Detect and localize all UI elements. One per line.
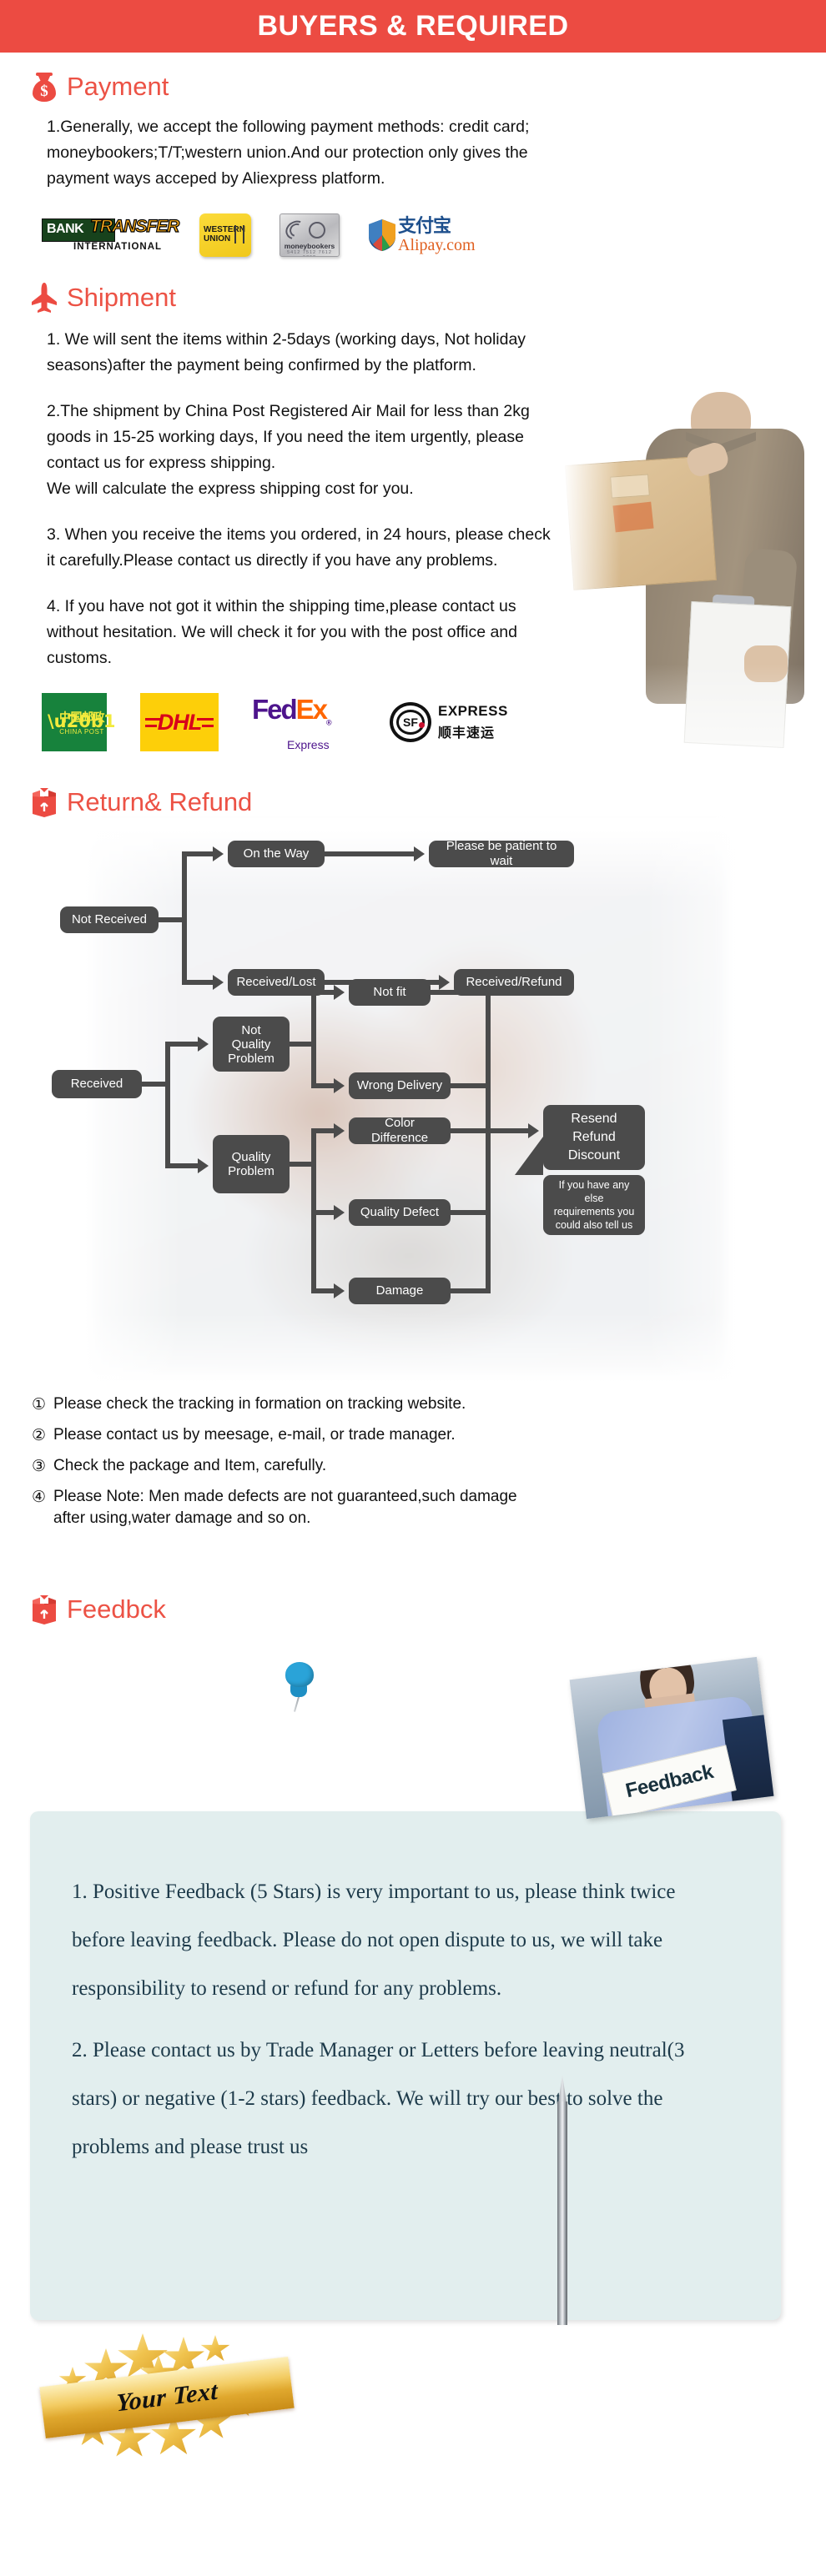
fedex-registered-mark: ® (326, 718, 331, 727)
section-heading-feedback: Feedbck (0, 1594, 826, 1625)
note-text: Please check the tracking in formation o… (53, 1395, 466, 1413)
flow-node-not-received: Not Received (60, 906, 159, 933)
note-text: Check the package and Item, carefully. (53, 1457, 327, 1474)
note-item: ③ Check the package and Item, carefully. (32, 1455, 804, 1477)
money-bag-icon: $ (30, 71, 58, 103)
flow-node-quality-defect: Quality Defect (349, 1199, 451, 1226)
alipay-shield-icon (368, 218, 396, 252)
flow-node-resend-refund-discount: Resend Refund Discount (543, 1105, 645, 1170)
note-number: ④ (32, 1488, 47, 1506)
your-text-stars-badge: Your Text (37, 2333, 297, 2467)
feedback-paragraph-2: 2. Please contact us by Trade Manager or… (72, 2039, 685, 2158)
note-number: ① (32, 1395, 47, 1414)
feedback-paragraph-1: 1. Positive Feedback (5 Stars) is very i… (72, 1881, 676, 2000)
shipment-paragraph-1: 1. We will sent the items within 2-5days… (47, 330, 526, 374)
western-union-bars (234, 225, 244, 244)
china-post-logo: \u20b1 中国邮政 CHINA POST (42, 693, 116, 751)
flow-callout-extra-requirements: If you have any else requirements you co… (543, 1175, 645, 1235)
flow-node-damage: Damage (349, 1278, 451, 1304)
section-heading-return-refund: Return& Refund (0, 786, 826, 818)
note-item: ② Please contact us by meesage, e-mail, … (32, 1424, 804, 1446)
note-item: ① Please check the tracking in formation… (32, 1393, 804, 1415)
moneybookers-card-number: 5412 7512 7612 0792 (287, 250, 332, 256)
shipment-logo-row: \u20b1 中国邮政 CHINA POST DHL FedEx® Expres… (0, 693, 826, 751)
alipay-logo: 支付宝 Alipay.com (368, 213, 508, 257)
page-title: BUYERS & REQUIRED (257, 10, 569, 42)
pushpin-icon (280, 1662, 317, 1712)
feedback-heading-label: Feedbck (67, 1594, 166, 1624)
bank-transfer-logo: BANK TRANSFER INTERNATIONAL (42, 215, 180, 255)
fedex-word-express: Express (287, 737, 330, 751)
bank-transfer-word-transfer: TRANSFER (89, 216, 180, 236)
flow-node-please-wait: Please be patient to wait (429, 839, 574, 868)
sf-word-express: EXPRESS (438, 703, 508, 719)
feedback-sign-text: Feedback (623, 1760, 716, 1803)
note-item: ④ Please Note: Men made defects are not … (32, 1486, 804, 1529)
shipment-paragraph-4: 4. If you have not got it within the shi… (47, 597, 517, 667)
flow-node-quality-problem: Quality Problem (213, 1135, 290, 1193)
flow-node-color-difference: Color Difference (349, 1116, 451, 1145)
alipay-domain-wordmark: Alipay.com (398, 235, 476, 254)
shipment-paragraph-2: 2.The shipment by China Post Registered … (47, 402, 530, 498)
return-box-icon (30, 1594, 58, 1625)
note-text: Please contact us by meesage, e-mail, or… (53, 1426, 456, 1444)
feedback-text-content: 1. Positive Feedback (5 Stars) is very i… (72, 1868, 731, 2185)
return-refund-heading-label: Return& Refund (67, 787, 253, 816)
return-refund-flowchart: Not Received On the Way Please be patien… (0, 818, 826, 1393)
alipay-chinese-wordmark: 支付宝 (398, 215, 451, 237)
flow-node-wrong-delivery: Wrong Delivery (349, 1072, 451, 1099)
airplane-icon (30, 282, 58, 314)
dhl-wordmark: DHL (157, 709, 202, 735)
pen-decoration (552, 2075, 572, 2325)
bank-transfer-word-international: INTERNATIONAL (73, 242, 163, 252)
flow-node-not-fit: Not fit (349, 979, 431, 1006)
fedex-word-ex: Ex (295, 694, 328, 725)
payment-body-text: 1.Generally, we accept the following pay… (47, 118, 530, 188)
payment-heading-label: Payment (67, 72, 169, 101)
flow-node-received-refund: Received/Refund (454, 969, 574, 996)
section-heading-shipment: Shipment (0, 282, 826, 314)
flow-node-on-the-way: On the Way (228, 841, 325, 867)
flow-node-not-quality-problem: Not Quality Problem (213, 1017, 290, 1072)
moneybookers-logo: moneybookers 5412 7512 7612 0792 (280, 213, 340, 257)
western-union-line2: UNION (204, 234, 231, 244)
shipment-paragraph-3: 3. When you receive the items you ordere… (47, 525, 551, 570)
section-heading-payment: $ Payment (0, 71, 826, 103)
badge-text: Your Text (115, 2377, 219, 2418)
dhl-logo: DHL (140, 693, 219, 751)
flow-node-received: Received (52, 1070, 142, 1098)
page-header: BUYERS & REQUIRED (0, 0, 826, 53)
bank-transfer-word-bank: BANK (47, 222, 84, 236)
feedback-photo: Feedback (569, 1656, 774, 1820)
flow-node-received-lost: Received/Lost (228, 969, 325, 996)
note-number: ② (32, 1426, 47, 1444)
sf-express-logo: SF EXPRESS 顺丰速运 (390, 693, 508, 751)
fedex-word-fed: Fed (252, 694, 298, 725)
note-number: ③ (32, 1457, 47, 1475)
shipment-heading-label: Shipment (67, 283, 176, 312)
return-refund-notes: ① Please check the tracking in formation… (0, 1393, 826, 1529)
return-box-icon (30, 786, 58, 818)
fedex-logo: FedEx® Express (252, 693, 356, 751)
note-text: Please Note: Men made defects are not gu… (53, 1488, 517, 1527)
payment-logo-row: BANK TRANSFER INTERNATIONAL WESTERN UNIO… (0, 213, 826, 257)
moneybookers-wordmark: moneybookers (284, 242, 335, 250)
sf-chinese: 顺丰速运 (438, 725, 496, 741)
western-union-logo: WESTERN UNION (199, 213, 251, 257)
